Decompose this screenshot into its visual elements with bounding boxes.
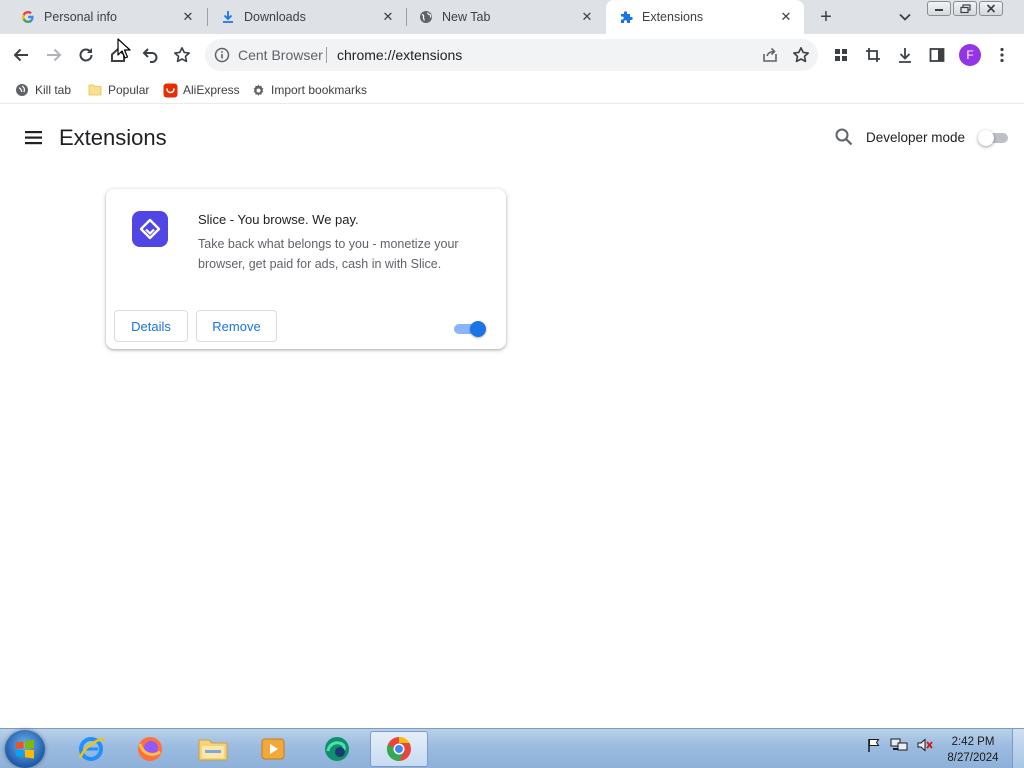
- bookmark-label: Popular: [108, 83, 150, 97]
- slice-extension-icon: [132, 211, 168, 247]
- restore-button[interactable]: [953, 1, 977, 16]
- network-icon[interactable]: [890, 737, 908, 758]
- action-center-flag-icon[interactable]: [866, 737, 882, 758]
- side-panel-icon[interactable]: [925, 43, 949, 67]
- volume-muted-icon[interactable]: [916, 737, 934, 758]
- developer-mode-toggle[interactable]: [978, 130, 1010, 146]
- back-arrow-icon[interactable]: [9, 43, 33, 67]
- system-tray: [866, 737, 934, 758]
- tab-title: Personal info: [44, 10, 117, 24]
- globe-icon: [418, 9, 434, 25]
- tab-strip: Personal info ✕ Downloads ✕ New Tab ✕ Ex…: [0, 0, 1024, 34]
- close-icon[interactable]: ✕: [180, 9, 196, 25]
- cent-browser-icon[interactable]: [370, 731, 428, 767]
- system-clock[interactable]: 2:42 PM 8/27/2024: [940, 734, 1006, 766]
- remove-button[interactable]: Remove: [196, 310, 277, 342]
- forward-arrow-icon[interactable]: [42, 43, 66, 67]
- tab-title: Downloads: [244, 10, 306, 24]
- address-bar[interactable]: Cent Browser chrome://extensions: [205, 39, 818, 71]
- site-info-icon[interactable]: [214, 47, 230, 63]
- toggle-knob: [470, 321, 486, 337]
- close-window-button[interactable]: [979, 1, 1003, 16]
- extensions-page: Extensions Developer mode Slice - You br…: [0, 105, 1024, 728]
- bookmark-popular[interactable]: Popular: [87, 81, 149, 99]
- share-icon[interactable]: [761, 46, 779, 64]
- aliexpress-icon: [162, 82, 178, 98]
- extension-name: Slice - You browse. We pay.: [198, 212, 359, 227]
- kill-tab-icon: [14, 82, 30, 98]
- google-icon: [20, 9, 36, 25]
- star-icon[interactable]: [792, 46, 810, 64]
- bookmark-star-icon[interactable]: [170, 43, 194, 67]
- gear-icon: [250, 82, 266, 98]
- media-player-icon[interactable]: [244, 731, 302, 767]
- more-options-icon[interactable]: [990, 43, 1014, 67]
- page-title: Extensions: [59, 125, 167, 150]
- bookmark-label: AliExpress: [183, 83, 240, 97]
- clock-date: 8/27/2024: [947, 752, 999, 764]
- bookmark-label: Kill tab: [35, 83, 72, 97]
- bookmark-import[interactable]: Import bookmarks: [250, 81, 367, 99]
- tab-personal-info[interactable]: Personal info ✕: [0, 0, 206, 34]
- extension-card: Slice - You browse. We pay. Take back wh…: [106, 189, 506, 349]
- internet-explorer-icon[interactable]: [62, 731, 120, 767]
- bookmark-label: Import bookmarks: [271, 83, 368, 97]
- windows-taskbar: 2:42 PM 8/27/2024: [0, 728, 1024, 768]
- firefox-icon[interactable]: [121, 731, 179, 767]
- extension-enabled-toggle[interactable]: [454, 320, 488, 338]
- folder-icon: [87, 82, 103, 98]
- close-icon[interactable]: ✕: [778, 9, 794, 25]
- tab-extensions[interactable]: Extensions ✕: [606, 0, 804, 34]
- reload-icon[interactable]: [74, 43, 98, 67]
- bookmark-kill-tab[interactable]: Kill tab: [14, 81, 71, 99]
- minimize-button[interactable]: [927, 1, 951, 16]
- search-icon[interactable]: [834, 127, 854, 147]
- extensions-grid-icon[interactable]: [829, 43, 853, 67]
- chevron-down-icon[interactable]: [895, 7, 915, 27]
- tab-new-tab[interactable]: New Tab ✕: [398, 0, 605, 34]
- puzzle-icon: [618, 9, 634, 25]
- developer-mode-label: Developer mode: [866, 130, 966, 145]
- site-name: Cent Browser: [238, 47, 323, 63]
- file-explorer-icon[interactable]: [184, 731, 242, 767]
- download-icon[interactable]: [893, 43, 917, 67]
- profile-avatar[interactable]: F: [959, 44, 981, 66]
- toggle-knob: [978, 130, 994, 146]
- tab-title: Extensions: [642, 10, 704, 24]
- omnibox-separator: [326, 47, 327, 63]
- url-text[interactable]: chrome://extensions: [337, 47, 462, 63]
- start-button[interactable]: [5, 730, 45, 768]
- tab-title: New Tab: [442, 10, 491, 24]
- close-icon[interactable]: ✕: [380, 9, 396, 25]
- clock-time: 2:42 PM: [951, 736, 995, 748]
- tab-downloads[interactable]: Downloads ✕: [200, 0, 406, 34]
- new-tab-button[interactable]: +: [814, 5, 838, 29]
- window-controls: [927, 1, 1003, 16]
- mouse-cursor-icon: [117, 38, 131, 60]
- crop-screenshot-icon[interactable]: [861, 43, 885, 67]
- details-button[interactable]: Details: [114, 310, 188, 342]
- browser-toolbar: Cent Browser chrome://extensions F: [0, 34, 1024, 76]
- edge-icon[interactable]: [308, 731, 366, 767]
- bookmark-aliexpress[interactable]: AliExpress: [162, 81, 240, 99]
- hamburger-menu-icon[interactable]: [24, 128, 44, 148]
- show-desktop-button[interactable]: [1012, 729, 1024, 768]
- undo-close-tab-icon[interactable]: [138, 43, 162, 67]
- bookmarks-bar: Kill tab Popular AliExpress Import bookm…: [0, 76, 1024, 104]
- close-icon[interactable]: ✕: [579, 9, 595, 25]
- download-icon: [220, 9, 236, 25]
- extension-description: Take back what belongs to you - monetize…: [198, 237, 459, 271]
